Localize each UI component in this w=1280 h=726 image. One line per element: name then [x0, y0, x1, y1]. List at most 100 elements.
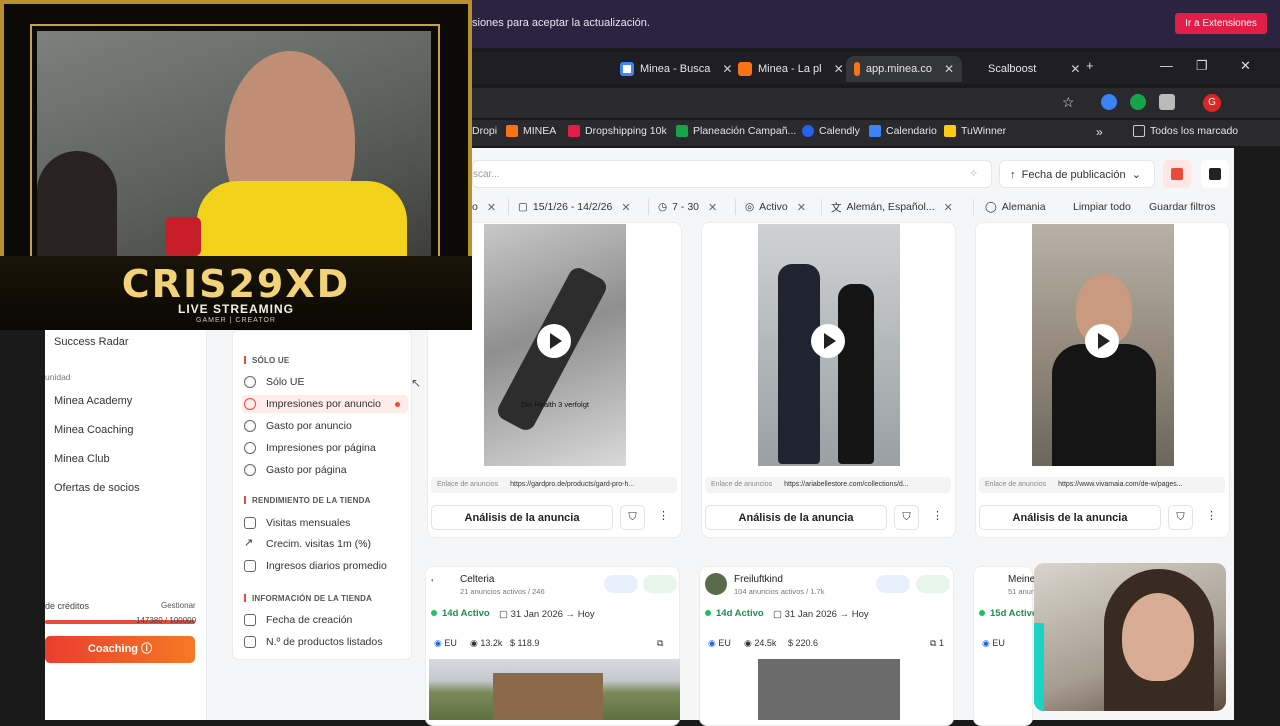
more-bookmarks-icon[interactable]: »: [1096, 125, 1103, 139]
spend-value: 118.9: [517, 638, 540, 648]
analyze-ad-button[interactable]: Análisis de la anuncia: [705, 505, 887, 530]
shopify-icon[interactable]: [916, 575, 950, 593]
woman-face-image: [1122, 593, 1194, 681]
grid-view-button[interactable]: [1163, 160, 1191, 188]
link-label: Enlace de anuncios: [437, 481, 499, 488]
store-name[interactable]: Freiluftkind: [734, 574, 783, 585]
filter-products-listed[interactable]: N.º de productos listados: [242, 633, 408, 651]
close-icon[interactable]: ✕: [1070, 62, 1080, 76]
more-options-icon[interactable]: ⋮: [925, 505, 950, 530]
more-options-icon[interactable]: ⋮: [1199, 505, 1224, 530]
bookmark-icon[interactable]: ⛉: [1168, 505, 1193, 530]
extension-icon[interactable]: [1130, 94, 1146, 110]
sparkle-icon[interactable]: ✧: [969, 167, 978, 180]
filter-spend-per-page[interactable]: Gasto por página: [242, 461, 408, 479]
bookmark-calendario[interactable]: Calendario: [869, 125, 937, 137]
heading-text: INFORMACIÓN DE LA TIENDA: [252, 594, 373, 603]
manage-credits-link[interactable]: Gestionar: [161, 601, 196, 610]
filter-impressions-per-page[interactable]: Impresiones por página: [242, 439, 408, 457]
play-icon[interactable]: [1085, 324, 1119, 358]
filter-chip-country[interactable]: ◯ Alemania: [985, 198, 1046, 216]
bookmark-calendly[interactable]: Calendly: [802, 125, 860, 137]
filter-visits-growth[interactable]: ↗ Crecim. visitas 1m (%): [242, 535, 408, 553]
filter-impressions-per-ad[interactable]: Impresiones por anuncio: [242, 395, 408, 413]
meta-platform-icon[interactable]: [604, 575, 638, 593]
streamer-brand: CRIS29XD: [121, 262, 351, 306]
restore-icon[interactable]: ❐: [1196, 58, 1208, 74]
filter-creation-date[interactable]: Fecha de creación: [242, 611, 408, 629]
close-icon[interactable]: ✕: [834, 62, 844, 76]
extension-icon[interactable]: [1101, 94, 1117, 110]
filter-chip-status[interactable]: ◎ Activo ✕: [745, 198, 806, 216]
close-icon[interactable]: ✕: [797, 201, 806, 214]
chip-divider: [508, 199, 509, 215]
filter-monthly-visits[interactable]: Visitas mensuales: [242, 514, 408, 532]
tab-app-minea[interactable]: app.minea.co ✕: [846, 56, 962, 82]
profile-avatar[interactable]: G: [1203, 94, 1221, 112]
search-input[interactable]: scar...: [472, 160, 992, 188]
meta-platform-icon[interactable]: [876, 575, 910, 593]
analyze-ad-button[interactable]: Análisis de la anuncia: [979, 505, 1161, 530]
analyze-ad-button[interactable]: Análisis de la anuncia: [431, 505, 613, 530]
tab-minea-busca[interactable]: Minea - Busca ✕: [612, 56, 740, 82]
ad-link-row[interactable]: Enlace de anuncios https://gardpro.de/pro…: [431, 477, 677, 493]
bookmark-dropi[interactable]: Dropi: [472, 125, 497, 137]
play-icon[interactable]: [811, 324, 845, 358]
play-icon[interactable]: [537, 324, 571, 358]
coaching-button[interactable]: Coaching ⓘ: [45, 636, 195, 663]
bookmark-all[interactable]: Todos los marcado: [1133, 125, 1238, 137]
filter-only-eu[interactable]: Sólo UE: [242, 373, 408, 391]
shopify-icon[interactable]: [643, 575, 677, 593]
bookmark-tuwinner[interactable]: TuWinner: [944, 125, 1006, 137]
bookmark-minea[interactable]: MINEA: [506, 125, 556, 137]
filter-chip-date[interactable]: ▢ 15/1/26 - 14/2/26 ✕: [518, 198, 631, 216]
go-to-extensions-button[interactable]: Ir a Extensiones: [1175, 13, 1267, 34]
save-label: Guardar filtros: [1149, 201, 1216, 213]
copies-value: 1: [938, 638, 944, 648]
close-window-icon[interactable]: ✕: [1240, 58, 1251, 74]
filter-label: N.º de productos listados: [266, 636, 383, 648]
tab-minea-la-pl[interactable]: Minea - La pl ✕: [730, 56, 852, 82]
close-icon[interactable]: ✕: [621, 201, 630, 214]
bookmark-icon[interactable]: ⛉: [894, 505, 919, 530]
filter-chip-language[interactable]: 文 Alemán, Español... ✕: [831, 198, 953, 216]
filter-chip[interactable]: o ✕: [472, 198, 496, 216]
copies-metric[interactable]: ⧉: [657, 638, 663, 649]
store-name[interactable]: Celteria: [460, 574, 494, 585]
new-tab-icon[interactable]: +: [1086, 58, 1094, 73]
chip-divider: [735, 199, 736, 215]
sidebar-item-coaching[interactable]: Minea Coaching: [54, 424, 134, 436]
sidebar-item-club[interactable]: Minea Club: [54, 453, 110, 465]
filter-chip-days[interactable]: ◷ 7 - 30 ✕: [658, 198, 717, 216]
puzzle-icon[interactable]: [1159, 94, 1175, 110]
store-thumbnail[interactable]: [758, 659, 900, 720]
save-filters-button[interactable]: Guardar filtros: [1149, 198, 1216, 216]
ad-link-row[interactable]: Enlace de anuncios https://ariabellestore…: [705, 477, 951, 493]
ad-link-row[interactable]: Enlace de anuncios https://www.vivamaia.c…: [979, 477, 1225, 493]
filter-daily-revenue[interactable]: Ingresos diarios promedio: [242, 557, 408, 575]
sidebar-item-offers[interactable]: Ofertas de socios: [54, 482, 140, 494]
minimize-icon[interactable]: —: [1160, 58, 1173, 73]
bookmark-planeacion[interactable]: Planeación Campañ...: [676, 125, 796, 137]
star-icon[interactable]: ☆: [1062, 94, 1075, 111]
region-tag: ◉ EU: [982, 638, 1005, 649]
clear-all-button[interactable]: Limpiar todo: [1073, 198, 1131, 216]
close-icon[interactable]: ✕: [487, 201, 496, 214]
sidebar-item-success-radar[interactable]: Success Radar: [54, 336, 129, 348]
copies-metric[interactable]: ⧉ 1: [930, 638, 944, 649]
bookmark-icon[interactable]: ⛉: [620, 505, 645, 530]
sort-dropdown[interactable]: ↑ Fecha de publicación ⌄: [999, 160, 1155, 188]
more-options-icon[interactable]: ⋮: [651, 505, 676, 530]
close-icon[interactable]: ✕: [944, 201, 953, 214]
tab-scalboost[interactable]: Scalboost ✕: [980, 56, 1088, 82]
sidebar-item-academy[interactable]: Minea Academy: [54, 395, 132, 407]
close-icon[interactable]: ✕: [708, 201, 717, 214]
store-thumbnail[interactable]: [429, 659, 680, 720]
arrow-up-icon: ↑: [1010, 169, 1016, 181]
list-view-button[interactable]: [1201, 160, 1229, 188]
grid-icon: [1171, 168, 1183, 180]
filter-spend-per-ad[interactable]: Gasto por anuncio: [242, 417, 408, 435]
store-name[interactable]: Meine: [1008, 574, 1035, 585]
close-icon[interactable]: ✕: [944, 62, 954, 76]
bookmark-dropshipping[interactable]: Dropshipping 10k: [568, 125, 667, 137]
